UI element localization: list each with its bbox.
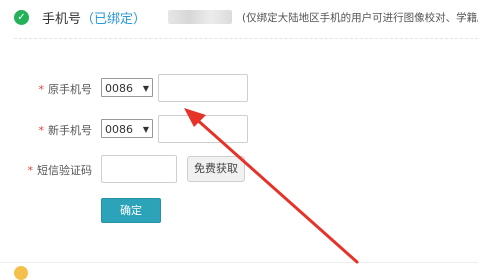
confirm-button[interactable]: 确定 bbox=[101, 198, 161, 223]
next-section-icon bbox=[14, 266, 28, 280]
binding-note: (仅绑定大陆地区手机的用户可进行图像校对、学籍/ bbox=[242, 12, 478, 24]
phone-section-header: ✓ 手机号（已绑定） (仅绑定大陆地区手机的用户可进行图像校对、学籍/ bbox=[0, 0, 478, 36]
sms-code-label: * 短信验证码 bbox=[27, 164, 93, 177]
get-code-button[interactable]: 免费获取 bbox=[187, 156, 245, 182]
bottom-divider bbox=[0, 262, 478, 263]
phone-title: 手机号 bbox=[42, 12, 82, 27]
divider bbox=[14, 38, 478, 39]
old-phone-country-select[interactable]: 0086 ▼ bbox=[101, 78, 153, 97]
new-phone-label: * 新手机号 bbox=[38, 124, 93, 137]
old-phone-label: * 原手机号 bbox=[38, 83, 93, 96]
new-phone-input[interactable] bbox=[158, 115, 248, 143]
sms-code-input[interactable] bbox=[101, 155, 177, 183]
old-phone-row: * 原手机号 0086 ▼ bbox=[0, 74, 478, 102]
bound-status: （已绑定） bbox=[81, 12, 147, 27]
check-circle-icon: ✓ bbox=[14, 10, 29, 25]
old-phone-input[interactable] bbox=[158, 74, 248, 102]
dropdown-arrow-icon: ▼ bbox=[142, 84, 149, 93]
new-phone-country-select[interactable]: 0086 ▼ bbox=[101, 119, 153, 138]
section-title: 手机号（已绑定） bbox=[42, 8, 146, 27]
dropdown-arrow-icon: ▼ bbox=[142, 125, 149, 134]
masked-phone-number bbox=[168, 10, 232, 24]
new-phone-row: * 新手机号 0086 ▼ bbox=[0, 115, 478, 143]
